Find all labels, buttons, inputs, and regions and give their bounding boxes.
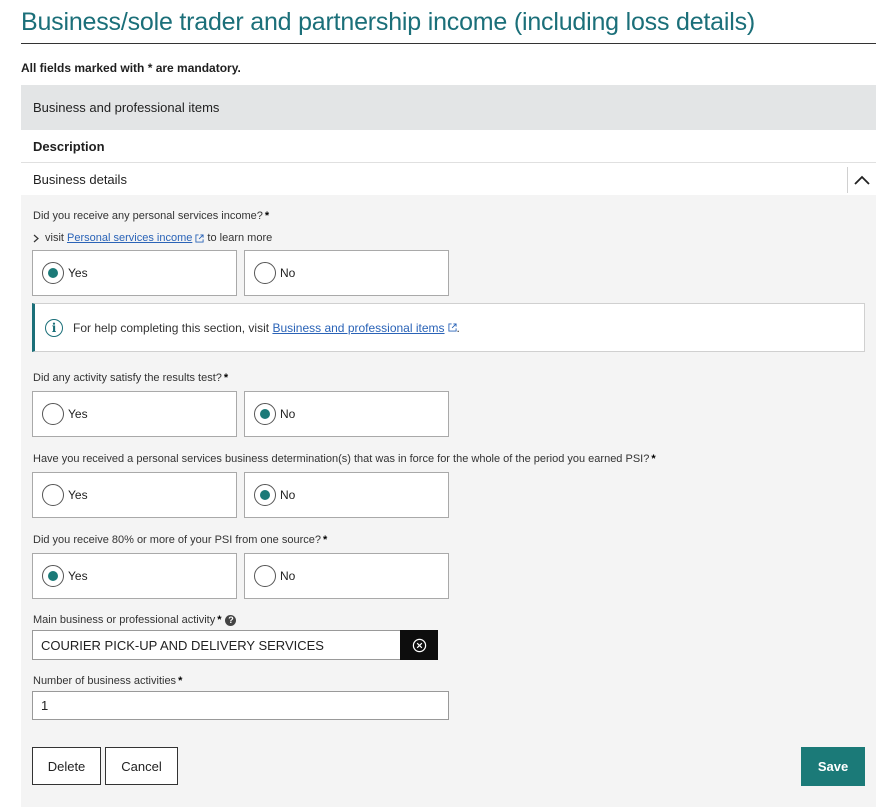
num-activities-label: Number of business activities * bbox=[33, 675, 182, 687]
field-label: Main business or professional activity bbox=[33, 614, 216, 626]
field-label: Number of business activities bbox=[33, 675, 177, 687]
question-psb-determination: Have you received a personal services bu… bbox=[33, 453, 656, 465]
help-info-box: i For help completing this section, visi… bbox=[32, 303, 865, 352]
radio-button-selected[interactable] bbox=[42, 262, 64, 284]
radio-button-selected[interactable] bbox=[42, 565, 64, 587]
radio-button[interactable] bbox=[42, 403, 64, 425]
q2-yes-option[interactable]: Yes bbox=[32, 391, 237, 437]
q2-no-option[interactable]: No bbox=[244, 391, 449, 437]
external-link-icon bbox=[447, 323, 457, 332]
num-activities-input[interactable]: 1 bbox=[32, 691, 449, 720]
no-label: No bbox=[280, 407, 296, 421]
info-text: For help completing this section, visit bbox=[73, 320, 270, 335]
page-title: Business/sole trader and partnership inc… bbox=[21, 8, 756, 36]
q4-yes-option[interactable]: Yes bbox=[32, 553, 237, 599]
info-end: . bbox=[456, 320, 460, 335]
q1-no-option[interactable]: No bbox=[244, 250, 449, 296]
required-marker: * bbox=[223, 372, 229, 384]
yes-label: Yes bbox=[68, 266, 88, 280]
business-details-panel: Did you receive any personal services in… bbox=[21, 195, 876, 807]
radio-button-selected[interactable] bbox=[254, 403, 276, 425]
cancel-button[interactable]: Cancel bbox=[105, 747, 178, 785]
save-button[interactable]: Save bbox=[801, 747, 865, 786]
section-header: Business and professional items bbox=[21, 85, 876, 130]
visit-suffix: to learn more bbox=[207, 232, 273, 244]
chevron-right-icon bbox=[33, 234, 39, 242]
radio-button[interactable] bbox=[254, 262, 276, 284]
question-text: Did any activity satisfy the results tes… bbox=[33, 372, 222, 384]
question-personal-services-income: Did you receive any personal services in… bbox=[33, 210, 269, 222]
no-label: No bbox=[280, 569, 296, 583]
required-marker: * bbox=[264, 210, 270, 222]
visit-line: visit Personal services income to learn … bbox=[33, 232, 272, 244]
question-text: Did you receive any personal services in… bbox=[33, 210, 263, 222]
q3-no-option[interactable]: No bbox=[244, 472, 449, 518]
q3-yes-option[interactable]: Yes bbox=[32, 472, 237, 518]
info-icon: i bbox=[45, 318, 63, 337]
business-details-label: Business details bbox=[33, 171, 127, 187]
question-80-percent-psi: Did you receive 80% or more of your PSI … bbox=[33, 534, 327, 546]
q1-yes-option[interactable]: Yes bbox=[32, 250, 237, 296]
radio-button[interactable] bbox=[42, 484, 64, 506]
yes-label: Yes bbox=[68, 488, 88, 502]
radio-button[interactable] bbox=[254, 565, 276, 587]
description-header: Description bbox=[21, 130, 876, 163]
clear-icon bbox=[412, 638, 426, 652]
chevron-up-icon bbox=[854, 175, 870, 185]
business-professional-items-link[interactable]: Business and professional items bbox=[272, 321, 444, 335]
required-marker: * bbox=[651, 453, 656, 465]
question-text: Did you receive 80% or more of your PSI … bbox=[33, 534, 321, 546]
required-marker: * bbox=[217, 614, 222, 626]
main-activity-label: Main business or professional activity *? bbox=[33, 614, 237, 626]
mandatory-note: All fields marked with * are mandatory. bbox=[21, 61, 241, 75]
delete-button[interactable]: Delete bbox=[32, 747, 101, 785]
visit-prefix: visit bbox=[45, 232, 64, 244]
radio-button-selected[interactable] bbox=[254, 484, 276, 506]
business-details-row[interactable]: Business details bbox=[21, 163, 876, 195]
q4-no-option[interactable]: No bbox=[244, 553, 449, 599]
clear-activity-button[interactable] bbox=[400, 630, 438, 660]
external-link-icon bbox=[195, 233, 204, 243]
no-label: No bbox=[280, 266, 296, 280]
question-text: Have you received a personal services bu… bbox=[33, 453, 650, 465]
required-marker: * bbox=[322, 534, 328, 546]
title-divider bbox=[21, 43, 876, 44]
question-results-test: Did any activity satisfy the results tes… bbox=[33, 372, 228, 384]
no-label: No bbox=[280, 488, 296, 502]
yes-label: Yes bbox=[68, 569, 88, 583]
required-marker: * bbox=[178, 675, 183, 687]
help-icon[interactable]: ? bbox=[225, 614, 237, 626]
yes-label: Yes bbox=[68, 407, 88, 421]
collapse-button[interactable] bbox=[847, 167, 876, 193]
main-activity-input[interactable]: COURIER PICK-UP AND DELIVERY SERVICES bbox=[32, 630, 401, 660]
personal-services-income-link[interactable]: Personal services income bbox=[67, 232, 192, 244]
